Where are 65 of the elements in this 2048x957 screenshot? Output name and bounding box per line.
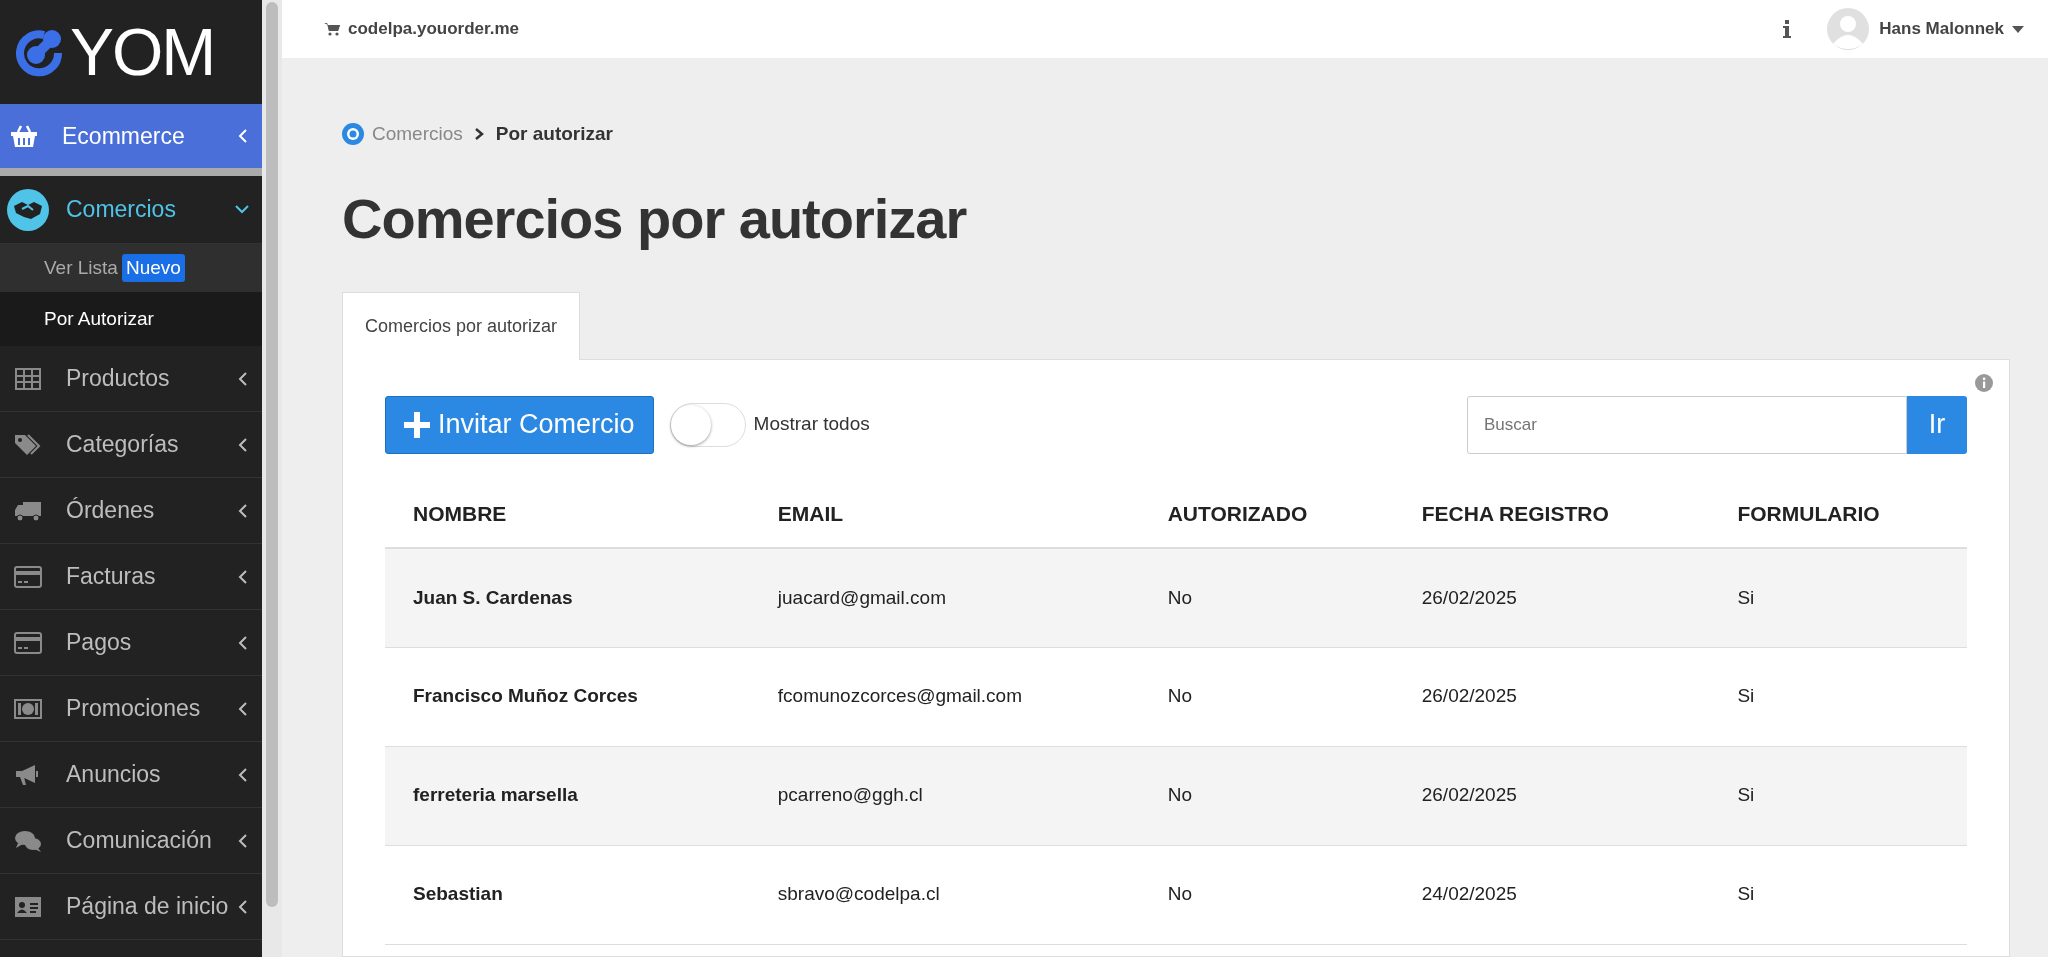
sidebar-section[interactable]: Ecommerce bbox=[0, 104, 262, 176]
sidebar-item[interactable]: Facturas bbox=[0, 544, 262, 610]
table-cell: juacard@gmail.com bbox=[749, 548, 1140, 647]
table-cell: Si bbox=[1709, 746, 1967, 845]
submenu-label: Ver Lista bbox=[44, 255, 118, 280]
target-icon bbox=[342, 123, 364, 146]
new-badge: Nuevo bbox=[121, 253, 185, 283]
table-cell: pcarreno@ggh.cl bbox=[749, 746, 1140, 845]
table-cell: 24/02/2025 bbox=[1393, 845, 1710, 944]
toggle-switch[interactable] bbox=[669, 402, 746, 447]
table-cell: 26/02/2025 bbox=[1393, 746, 1710, 845]
user-name[interactable]: Hans Malonnek bbox=[1879, 16, 2004, 42]
avatar-icon bbox=[1827, 8, 1870, 50]
chat-bubbles-icon bbox=[14, 828, 42, 853]
sidebar-item[interactable]: Promociones bbox=[0, 676, 262, 742]
table-cell: Juan S. Cardenas bbox=[385, 548, 750, 647]
banknote-icon bbox=[14, 698, 42, 719]
megaphone-icon bbox=[15, 762, 41, 787]
table-cell: Si bbox=[1709, 845, 1967, 944]
table-cell: ferreteria marsella bbox=[385, 746, 750, 845]
sidebar-item[interactable]: Categorías bbox=[0, 412, 262, 478]
table-cell: No bbox=[1139, 845, 1394, 944]
basket-icon bbox=[10, 124, 38, 148]
id-card-icon bbox=[14, 895, 42, 918]
submenu-item[interactable]: Por Autorizar bbox=[0, 292, 262, 346]
search-button[interactable]: Ir bbox=[1907, 395, 1967, 454]
chevron-down-icon bbox=[232, 205, 252, 214]
sidebar-item[interactable]: Productos bbox=[0, 346, 262, 412]
table-cell: No bbox=[1139, 746, 1394, 845]
tab[interactable]: Comercios por autorizar bbox=[342, 291, 581, 360]
toggle-label: Mostrar todos bbox=[753, 412, 870, 437]
breadcrumb-current: Por autorizar bbox=[495, 122, 613, 146]
page-title: Comercios por autorizar bbox=[342, 185, 968, 252]
plus-icon bbox=[404, 411, 430, 438]
sidebar-item[interactable]: Página de inicio bbox=[0, 874, 262, 940]
sidebar-item[interactable]: Comunicación bbox=[0, 808, 262, 874]
tags-icon bbox=[14, 432, 42, 457]
cart-icon bbox=[324, 22, 340, 36]
scrollbar-thumb[interactable] bbox=[266, 2, 278, 907]
table-cell: 26/02/2025 bbox=[1393, 548, 1710, 647]
table-cell: sbravo@codelpa.cl bbox=[749, 845, 1140, 944]
credit-card-icon bbox=[14, 631, 42, 654]
sidebar-item[interactable]: Órdenes bbox=[0, 478, 262, 544]
submenu-label: Por Autorizar bbox=[44, 306, 154, 331]
table-cell: Sebastian bbox=[385, 845, 750, 944]
truck-icon bbox=[14, 499, 42, 522]
table-cell: 26/02/2025 bbox=[1393, 647, 1710, 746]
submenu-item[interactable]: Ver Lista Nuevo bbox=[0, 244, 262, 292]
credit-card-icon bbox=[14, 565, 42, 588]
info-icon[interactable] bbox=[1783, 20, 1792, 38]
grid-icon bbox=[15, 367, 41, 390]
handshake-icon bbox=[7, 188, 49, 231]
table-cell: fcomunozcorces@gmail.com bbox=[749, 647, 1140, 746]
table-cell: Si bbox=[1709, 548, 1967, 647]
logo: YOM bbox=[0, 0, 262, 104]
table-cell: Si bbox=[1709, 647, 1967, 746]
breadcrumb-separator-icon bbox=[474, 128, 484, 141]
caret-icon[interactable] bbox=[2012, 25, 2024, 33]
search-field[interactable]: Buscar bbox=[1467, 395, 1907, 454]
invite-button[interactable]: Invitar Comercio bbox=[385, 395, 654, 454]
table-cell: No bbox=[1139, 548, 1394, 647]
table-cell: No bbox=[1139, 647, 1394, 746]
site-url[interactable]: codelpa.youorder.me bbox=[348, 16, 519, 42]
sidebar-item[interactable]: Pagos bbox=[0, 610, 262, 676]
table-cell: Francisco Muñoz Corces bbox=[385, 647, 750, 746]
